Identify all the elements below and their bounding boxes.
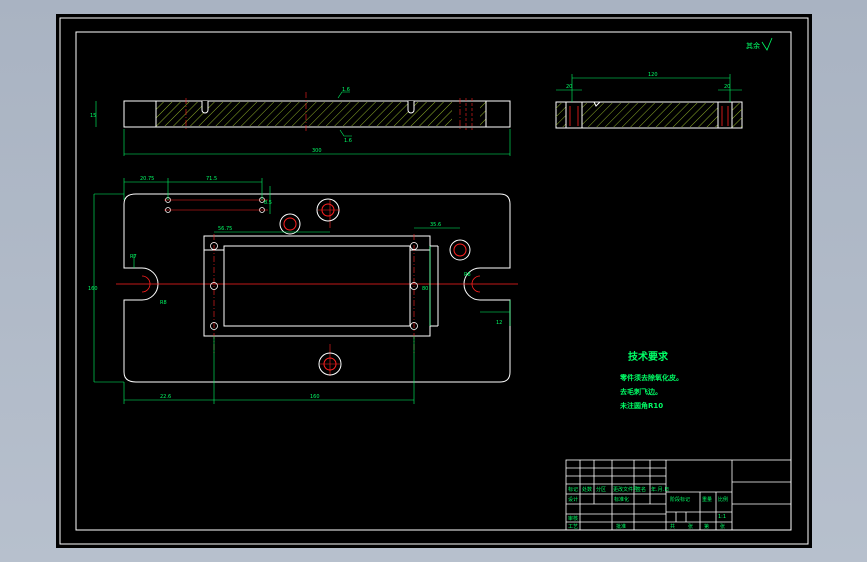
tb-cell-count: 处数 [582, 486, 592, 493]
tb-cell-sheets2: 张 [720, 523, 725, 530]
tb-cell-change: 更改文件号 [613, 486, 638, 493]
plan-dim-bottom-left: 22.6 [160, 394, 171, 400]
side-hatch [582, 103, 718, 127]
plan-dim-vertical-small: 8.5 [264, 200, 272, 206]
tb-cell-stage: 阶段标记 [670, 496, 690, 503]
plan-dim-radius-right: R8 [464, 272, 471, 278]
front-dim-height: 15 [90, 113, 96, 119]
tb-cell-ratio: 1:1 [718, 514, 726, 520]
tb-cell-date: 年.月.日 [651, 486, 669, 493]
tech-notes: 技术要求 零件须去除氧化皮。 去毛刺飞边。 未注圆角R10 [619, 350, 683, 410]
tb-cell-zone: 分区 [596, 486, 606, 493]
plan-dim-bottom-span: 160 [310, 394, 320, 400]
roughness-note: 其余 [746, 41, 760, 50]
front-dim-bottom-mark: 1.6 [344, 138, 352, 144]
roughness-symbol-icon [761, 37, 773, 51]
title-block-text: 标记 处数 分区 更改文件号 签名 年.月.日 设计 标准化 阶段标记 重量 比… [568, 486, 728, 530]
plan-dim-left-notch: R7 [130, 254, 137, 260]
plan-view: 160 20.75 71.5 8.5 56.75 35.6 80 R7 R8 R… [88, 176, 518, 404]
front-dim-top-mark: 1.6 [342, 87, 350, 93]
side-dim-width: 120 [648, 72, 658, 78]
tech-note-3: 未注圆角R10 [620, 401, 663, 410]
tech-note-1: 零件须去除氧化皮。 [619, 373, 683, 382]
plan-dim-top-span: 71.5 [206, 176, 217, 182]
tb-cell-mark: 标记 [568, 486, 578, 493]
tb-cell-standard: 标准化 [614, 496, 629, 503]
title-block [565, 459, 792, 531]
plan-dim-right-offset: 35.6 [430, 222, 441, 228]
tb-cell-approve: 批准 [616, 523, 626, 530]
plan-dim-left-height: 160 [88, 286, 98, 292]
tb-cell-review: 审核 [568, 515, 578, 522]
tb-cell-scale: 比例 [718, 496, 728, 503]
plan-dim-right-notch: 12 [496, 320, 502, 326]
cad-viewport[interactable]: 其余 15 300 1.6 1.6 120 20 20 160 20.75 71… [56, 14, 812, 548]
tb-cell-no: 第 [704, 523, 709, 530]
plan-dim-inner-offset: 56.75 [218, 226, 232, 232]
side-dim-left-slot: 20 [566, 84, 572, 90]
front-dim-length: 300 [312, 148, 322, 154]
tb-cell-total: 共 [670, 523, 675, 530]
tb-cell-weight: 重量 [702, 496, 712, 503]
tb-cell-sign: 签名 [636, 486, 646, 493]
drawing-canvas: 其余 15 300 1.6 1.6 120 20 20 160 20.75 71… [59, 17, 809, 545]
outer-frame [59, 17, 809, 545]
side-view: 120 20 20 [555, 72, 743, 129]
tb-cell-process: 工艺 [568, 524, 578, 530]
tb-cell-design: 设计 [568, 496, 578, 503]
counterbore-holes [279, 198, 471, 376]
side-dim-right-slot: 20 [724, 84, 730, 90]
tech-notes-title: 技术要求 [628, 350, 669, 363]
plan-dim-right-height: 80 [422, 286, 428, 292]
plan-dim-top-left: 20.75 [140, 176, 154, 182]
front-view: 15 300 1.6 1.6 [90, 87, 511, 156]
tech-note-2: 去毛刺飞边。 [620, 387, 662, 396]
plan-dim-radius-left: R8 [160, 300, 167, 306]
tb-cell-sheets1: 张 [688, 523, 693, 530]
plate-outline [123, 193, 511, 383]
